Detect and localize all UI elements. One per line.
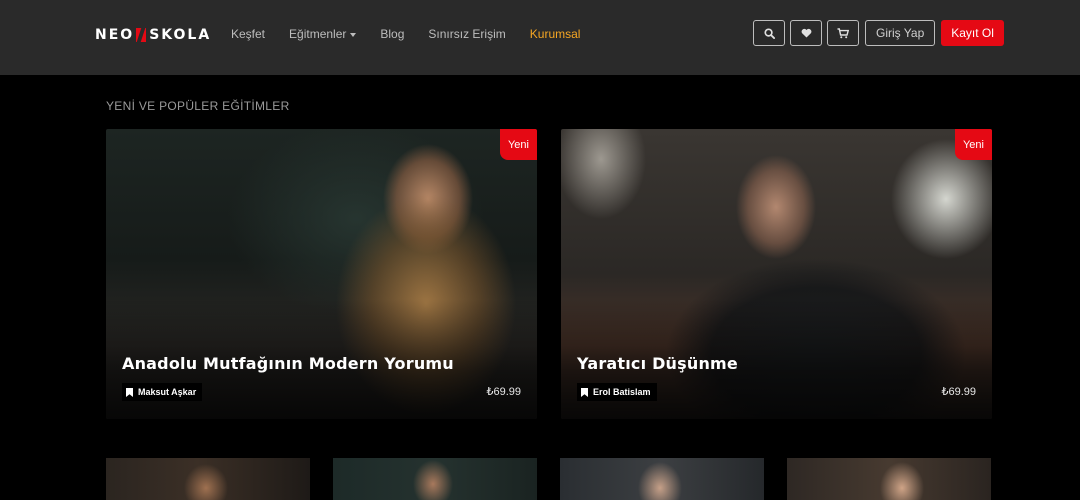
new-badge: Yeni: [955, 129, 992, 160]
heart-icon: [801, 28, 811, 38]
logo-mark-icon: [136, 28, 147, 42]
course-thumbnail[interactable]: [787, 458, 991, 500]
top-navbar: NEO SKOLA Keşfet Eğitmenler Blog Sınırsı…: [0, 0, 1080, 75]
favorites-button[interactable]: [790, 20, 822, 46]
section-title: YENİ VE POPÜLER EĞİTİMLER: [106, 99, 290, 113]
nav-link-egitmenler-label: Eğitmenler: [289, 27, 347, 41]
bookmark-icon: [126, 387, 133, 397]
main-nav: Keşfet Eğitmenler Blog Sınırsız Erişim K…: [231, 27, 604, 41]
signup-button[interactable]: Kayıt Ol: [941, 20, 1004, 46]
nav-link-kurumsal[interactable]: Kurumsal: [530, 27, 581, 41]
nav-actions: Giriş Yap Kayıt Ol: [753, 20, 1004, 46]
instructor-name: Maksut Aşkar: [138, 387, 197, 397]
cart-icon: [837, 27, 849, 38]
nav-link-blog[interactable]: Blog: [380, 27, 404, 41]
course-card[interactable]: Yeni Yaratıcı Düşünme Erol Batislam ₺69.…: [561, 129, 992, 419]
course-thumbnail[interactable]: [333, 458, 537, 500]
course-price: ₺69.99: [486, 386, 521, 398]
nav-link-egitmenler[interactable]: Eğitmenler: [289, 27, 357, 41]
nav-link-kesfet[interactable]: Keşfet: [231, 27, 265, 41]
instructor-tag[interactable]: Erol Batislam: [577, 383, 657, 401]
nav-link-sinirsiz-erisim[interactable]: Sınırsız Erişim: [428, 27, 505, 41]
login-button[interactable]: Giriş Yap: [865, 20, 936, 46]
cart-button[interactable]: [827, 20, 859, 46]
course-card[interactable]: Yeni Anadolu Mutfağının Modern Yorumu Ma…: [106, 129, 537, 419]
course-price: ₺69.99: [941, 386, 976, 398]
logo-text-left: NEO: [95, 27, 135, 43]
instructor-tag[interactable]: Maksut Aşkar: [122, 383, 203, 401]
search-icon: [763, 27, 775, 39]
instructor-name: Erol Batislam: [593, 387, 651, 397]
course-title: Yaratıcı Düşünme: [577, 354, 738, 373]
new-badge: Yeni: [500, 129, 537, 160]
chevron-down-icon: [350, 32, 357, 37]
course-thumbnail[interactable]: [106, 458, 310, 500]
course-thumbnail[interactable]: [560, 458, 764, 500]
bookmark-icon: [581, 387, 588, 397]
logo-text-right: SKOLA: [149, 27, 212, 43]
brand-logo[interactable]: NEO SKOLA: [95, 27, 211, 43]
course-title: Anadolu Mutfağının Modern Yorumu: [122, 354, 454, 373]
search-button[interactable]: [753, 20, 785, 46]
